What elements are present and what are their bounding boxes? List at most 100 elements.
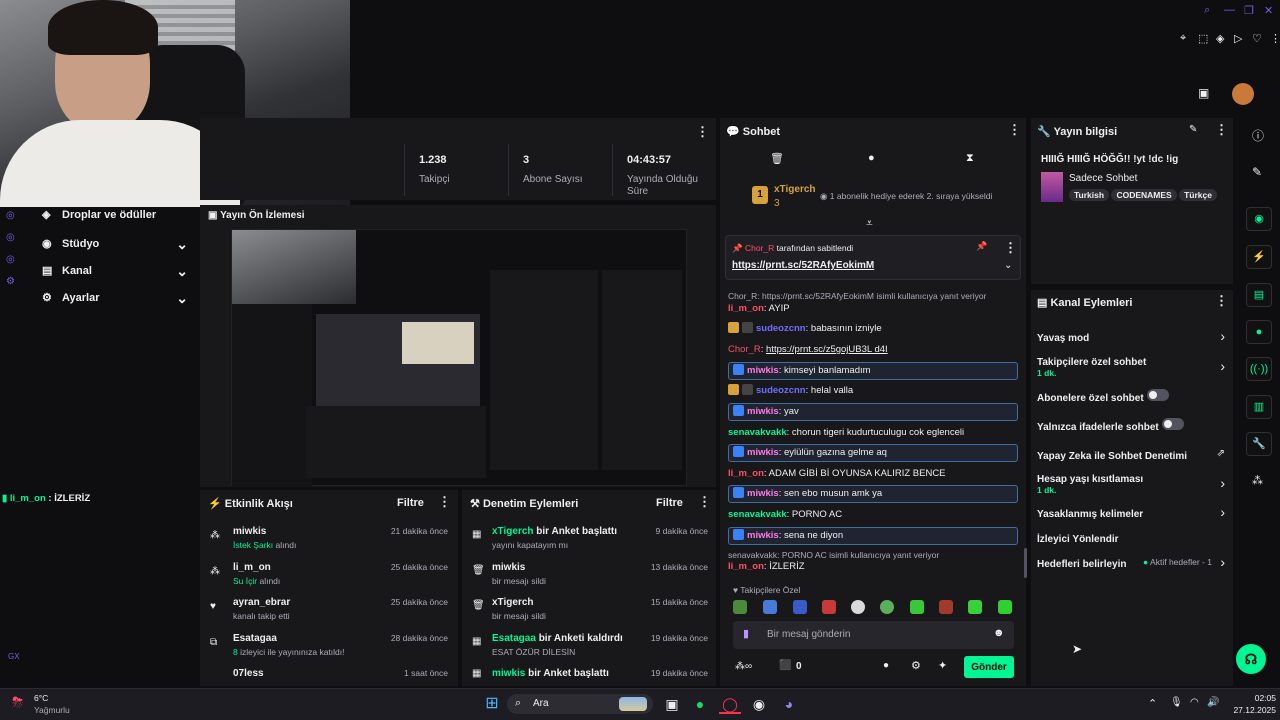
action-emote-only[interactable]: Yalnızca ifadelerle sohbet [1037,418,1227,434]
chat-user[interactable]: miwkis [747,488,779,499]
avatar[interactable] [1232,83,1254,105]
studio-icon[interactable]: ▣ [1198,86,1209,100]
chat-user[interactable]: miwkis [747,447,779,458]
send-button[interactable]: Gönder [964,656,1014,678]
search-icon[interactable]: ⌕ [1204,4,1210,17]
emote-icon[interactable] [822,600,836,614]
activity-filter-button[interactable]: Filtre [397,497,424,509]
emoji-icon[interactable]: ☻ [993,627,1005,639]
unpin-icon[interactable]: 📌 [976,241,987,252]
nav-studio-icon[interactable]: ◎ [6,227,22,249]
nav-settings-icon[interactable]: ⚙ [6,271,22,293]
pin-icon[interactable]: ⌖ [1180,32,1186,45]
tray-volume-icon[interactable]: 🔊 [1207,697,1219,708]
menu-item-drops[interactable]: ◈ Droplar ve ödüller [38,205,198,231]
chat-tab-timer-icon[interactable]: ⧗ [966,152,974,165]
pencil-icon[interactable]: ✎ [1252,165,1262,179]
tray-mic-icon[interactable]: 🎙 [1170,697,1183,708]
rail-broadcast-button[interactable]: ((·)) [1246,357,1272,381]
emote-icon[interactable] [763,600,777,614]
task-view-icon[interactable]: ▣ [662,694,682,714]
tag-chip[interactable]: Turkish [1069,189,1110,201]
chat-user[interactable]: senavakvakk [728,427,787,438]
tag-chip[interactable]: CODENAMES [1111,189,1177,201]
opera-gx-icon[interactable]: ◯ [719,694,741,714]
pinned-message[interactable]: 📌 Chor_R tarafından sabitlendi 📌 ⋮ https… [725,235,1021,280]
action-followers-only[interactable]: Takipçilere özel sohbet 1 dk. › [1037,354,1227,380]
chat-link[interactable]: https://prnt.sc/z5gojUB3L d4I [766,344,888,355]
tag-chip[interactable]: Türkçe [1179,189,1217,201]
chat-scrollbar[interactable] [1024,548,1027,578]
chat-user[interactable]: miwkis [747,406,779,417]
chat-user[interactable]: li_m_on [728,561,764,572]
action-subscribers-only[interactable]: Abonelere özel sohbet [1037,389,1227,405]
points-icon[interactable]: ⁂∞ [735,661,752,672]
chat-input-box[interactable]: ▮ Bir mesaj gönderin ☻ [733,621,1014,649]
chat-more-icon[interactable]: ⋮ [1008,122,1021,138]
tray-wifi-icon[interactable]: ◠ [1190,697,1199,708]
more-icon[interactable]: ⋮ [1270,32,1280,45]
activity-more-icon[interactable]: ⋮ [438,494,451,510]
emote-icon[interactable] [851,600,865,614]
emote-only-toggle[interactable] [1162,418,1185,430]
pinned-link[interactable]: https://prnt.sc/52RAfyEokimM [732,260,874,271]
action-raid-viewers[interactable]: İzleyici Yönlendir [1037,531,1227,547]
gift-icon[interactable]: ⬛ [779,660,791,671]
rail-chat-button[interactable]: ● [1246,320,1272,344]
emote-icon[interactable] [998,600,1012,614]
discord-icon[interactable]: ◕ [779,694,799,714]
menu-item-studio[interactable]: ◉ Stüdyo ⌄ [38,231,198,258]
rail-camera-button[interactable]: ◉ [1246,207,1272,231]
chat-user[interactable]: sudeozcnn [756,385,806,396]
minimize-icon[interactable]: — [1224,4,1235,16]
pinned-more-icon[interactable]: ⋮ [1004,240,1017,256]
close-icon[interactable]: ✕ [1264,4,1273,17]
mod-tools-icon[interactable]: ✦ [938,659,947,672]
rail-more-icon[interactable]: ⁂ [1252,474,1263,487]
play-icon[interactable]: ▷ [1234,32,1242,45]
stats-more-icon[interactable]: ⋮ [696,124,709,140]
spotify-icon[interactable]: ● [690,694,710,714]
rail-lightning-button[interactable]: ⚡ [1246,245,1272,269]
chat-user[interactable]: miwkis [747,365,779,376]
rail-wrench-button[interactable]: 🔧 [1246,432,1272,456]
moderation-filter-button[interactable]: Filtre [656,497,683,509]
chat-bubble-icon[interactable]: ● [883,660,889,671]
scroll-down-icon[interactable]: ⩡ [866,216,873,231]
chat-user[interactable]: miwkis [747,530,779,541]
emote-icon[interactable] [793,600,807,614]
help-headset-button[interactable]: ☊ [1236,644,1266,674]
chat-user[interactable]: Chor_R [728,344,761,355]
emote-icon[interactable] [968,600,982,614]
channel-actions-more-icon[interactable]: ⋮ [1215,293,1228,309]
menu-item-channel[interactable]: ▤ Kanal ⌄ [38,258,198,285]
tray-chevron-up-icon[interactable]: ⌃ [1148,697,1157,710]
windows-start-icon[interactable]: ⊞ [482,694,502,714]
category-name[interactable]: Sadece Sohbet [1069,173,1137,184]
hype-user[interactable]: xTigerch [774,184,816,195]
rail-layout-button[interactable]: ▥ [1246,395,1272,419]
nav-drops-icon[interactable]: ◎ [6,205,22,227]
crop-icon[interactable]: ⬚ [1198,32,1208,45]
clock-date[interactable]: 27.12.2025 [1222,705,1276,715]
stream-info-more-icon[interactable]: ⋮ [1215,122,1228,138]
taskbar-search-box[interactable]: ⌕ Ara [507,694,653,714]
weather-temp[interactable]: 6°C [34,693,48,703]
nav-channel-icon[interactable]: ◎ [6,249,22,271]
menu-item-settings[interactable]: ⚙ Ayarlar ⌄ [38,285,198,312]
heart-icon[interactable]: ♡ [1252,32,1262,45]
moderation-more-icon[interactable]: ⋮ [698,494,711,510]
action-ai-moderation[interactable]: Yapay Zeka ile Sohbet Denetimi ⇗ [1037,448,1227,464]
action-slow-mode[interactable]: Yavaş mod › [1037,328,1227,346]
chat-user[interactable]: senavakvakk [728,509,787,520]
action-set-goals[interactable]: Hedefleri belirleyin ● Aktif hedefler - … [1037,554,1227,572]
info-icon[interactable]: ⓘ [1252,127,1264,144]
action-account-age[interactable]: Hesap yaşı kısıtlaması 1 dk. › [1037,471,1227,497]
chat-user[interactable]: li_m_on [728,468,764,479]
emote-icon[interactable] [939,600,953,614]
emote-icon[interactable] [733,600,747,614]
edit-icon[interactable]: ✎ [1189,124,1197,135]
chevron-down-icon[interactable]: ⌄ [1004,260,1012,271]
emote-icon[interactable] [910,600,924,614]
preview-video[interactable] [231,229,687,487]
